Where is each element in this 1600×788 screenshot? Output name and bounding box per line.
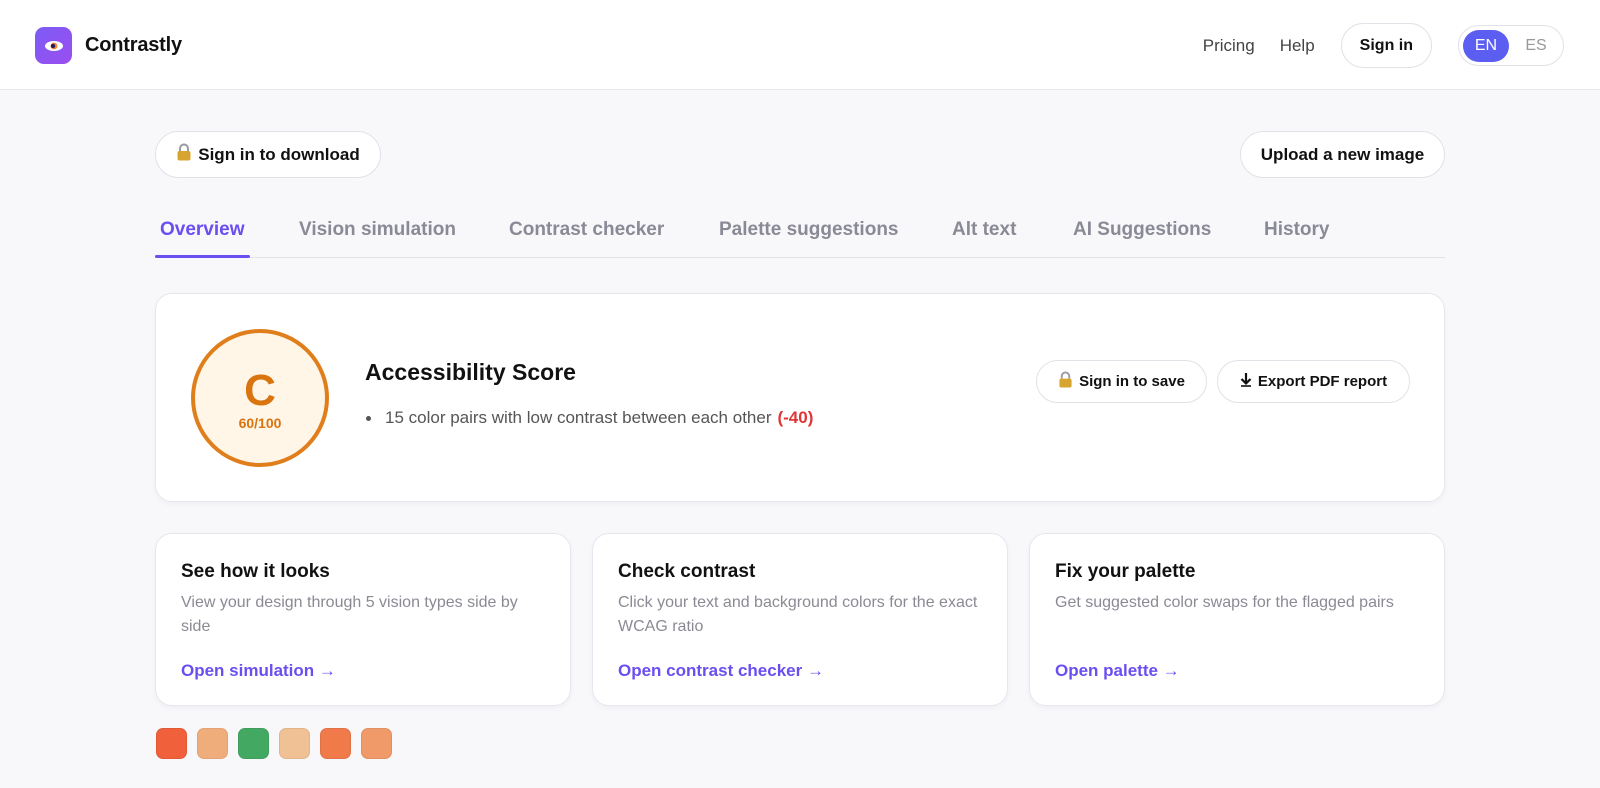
grade-points: 60/100: [238, 415, 282, 431]
tab-vision-simulation[interactable]: Vision simulation: [299, 219, 456, 241]
language-option-es[interactable]: ES: [1513, 30, 1559, 62]
feature-card-contrast: Check contrast Click your text and backg…: [592, 533, 1008, 706]
feature-card-simulation: See how it looks View your design throug…: [155, 533, 571, 706]
lock-icon: [1058, 371, 1073, 392]
top-bar: Contrastly Pricing Help Sign in EN ES: [0, 0, 1600, 90]
open-palette-link[interactable]: Open palette →: [1055, 661, 1180, 681]
color-swatch[interactable]: [361, 728, 392, 759]
nav-link-pricing[interactable]: Pricing: [1203, 36, 1255, 56]
color-swatch[interactable]: [156, 728, 187, 759]
issue-text: 15 color pairs with low contrast between…: [385, 408, 772, 427]
upload-new-image-button[interactable]: Upload a new image: [1240, 131, 1445, 178]
color-swatch[interactable]: [279, 728, 310, 759]
open-contrast-checker-link[interactable]: Open contrast checker →: [618, 661, 824, 681]
issue-item: 15 color pairs with low contrast between…: [366, 408, 813, 428]
export-button-label: Export PDF report: [1257, 373, 1388, 390]
upload-button-label: Upload a new image: [1260, 144, 1425, 164]
palette-swatches: [156, 728, 392, 759]
sign-in-button[interactable]: Sign in: [1340, 23, 1432, 68]
tab-alt-text[interactable]: Alt text: [952, 219, 1016, 241]
export-pdf-button[interactable]: Export PDF report: [1217, 360, 1410, 403]
language-toggle: EN ES: [1458, 25, 1564, 66]
tab-ai-suggestions[interactable]: AI Suggestions: [1073, 219, 1211, 241]
top-nav: Pricing Help Sign in EN ES: [1203, 23, 1564, 68]
color-swatch[interactable]: [238, 728, 269, 759]
save-button-label: Sign in to save: [1079, 373, 1185, 390]
grade-badge: C 60/100: [191, 329, 329, 467]
feature-description: Get suggested color swaps for the flagge…: [1055, 594, 1394, 611]
color-swatch[interactable]: [320, 728, 351, 759]
feature-title: See how it looks: [181, 561, 330, 582]
sign-in-to-download-button[interactable]: Sign in to download: [155, 131, 381, 178]
feature-title: Check contrast: [618, 561, 756, 582]
grade-letter: C: [244, 366, 276, 415]
download-button-label: Sign in to download: [198, 144, 360, 164]
eye-icon: [35, 27, 72, 64]
download-arrow-icon: [1240, 372, 1252, 391]
tab-history[interactable]: History: [1264, 219, 1329, 241]
tab-bar: Overview Vision simulation Contrast chec…: [155, 209, 1445, 258]
sign-in-to-save-button[interactable]: Sign in to save: [1036, 360, 1207, 403]
feature-card-palette: Fix your palette Get suggested color swa…: [1029, 533, 1445, 706]
feature-description: View your design through 5 vision types …: [181, 594, 518, 635]
tab-palette-suggestions[interactable]: Palette suggestions: [719, 219, 899, 241]
language-option-en[interactable]: EN: [1463, 29, 1509, 62]
feature-title: Fix your palette: [1055, 561, 1196, 582]
tab-contrast-checker[interactable]: Contrast checker: [509, 219, 664, 241]
active-tab-indicator: [155, 255, 250, 258]
issue-penalty: (-40): [777, 408, 814, 427]
tab-overview[interactable]: Overview: [160, 219, 245, 241]
bullet-icon: [366, 415, 371, 421]
open-simulation-link[interactable]: Open simulation →: [181, 661, 336, 681]
brand[interactable]: Contrastly: [35, 27, 182, 64]
feature-description: Click your text and background colors fo…: [618, 594, 978, 635]
color-swatch[interactable]: [197, 728, 228, 759]
accessibility-score-card: C 60/100 Accessibility Score 15 color pa…: [155, 293, 1445, 502]
score-title: Accessibility Score: [365, 359, 576, 385]
app-name: Contrastly: [85, 34, 182, 56]
nav-link-help[interactable]: Help: [1280, 36, 1315, 56]
lock-icon: [176, 143, 192, 166]
